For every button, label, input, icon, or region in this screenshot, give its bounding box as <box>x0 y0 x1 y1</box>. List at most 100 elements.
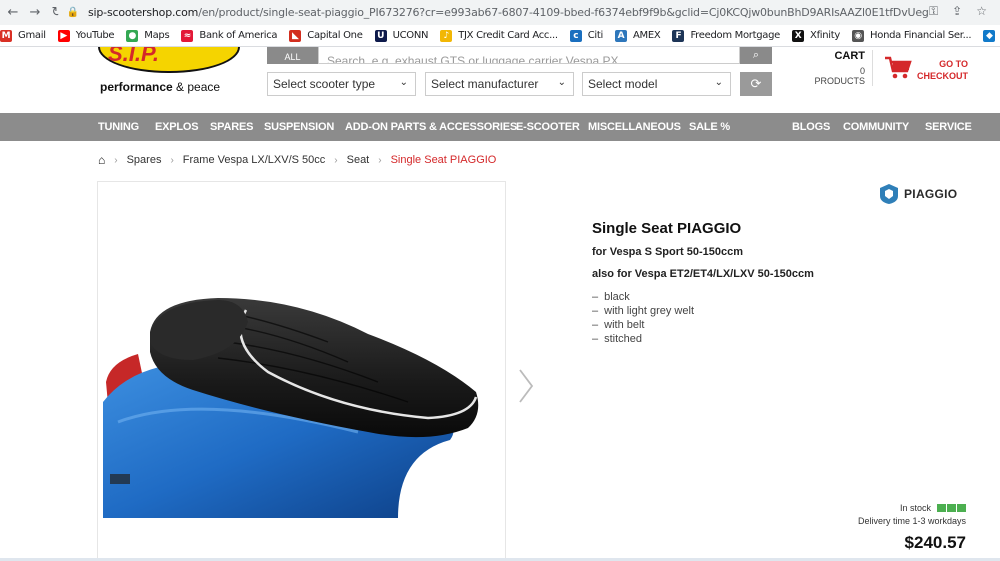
nav-spares[interactable]: SPARES <box>210 113 253 141</box>
product-image-gallery[interactable] <box>97 181 506 561</box>
breadcrumb-current: Single Seat PIAGGIO <box>390 154 497 166</box>
honda-icon: ◉ <box>852 29 865 42</box>
bookmark-xfinity[interactable]: X Xfinity <box>792 29 841 42</box>
bookmark-citi[interactable]: c Citi <box>569 29 604 42</box>
bookmark-tjx-credit-card-acc[interactable]: ♪ TJX Credit Card Acc... <box>440 29 558 42</box>
forward-icon[interactable]: → <box>24 2 46 24</box>
amex-icon: A <box>615 29 627 42</box>
feature-item: stitched <box>592 332 694 346</box>
chase-icon: ◆ <box>983 29 996 42</box>
divider <box>872 50 873 86</box>
share-icon[interactable]: ⇪ <box>952 4 962 19</box>
bookmarks-bar: M Gmail ▶ YouTube ● Maps ≈ Bank of America ◣ Capi… <box>0 25 1000 47</box>
search-scope-dropdown[interactable]: ALL <box>267 47 318 64</box>
nav-sale[interactable]: SALE % <box>689 113 730 141</box>
product-features: black with light grey welt with belt sti… <box>592 290 694 346</box>
capital-one-icon: ◣ <box>289 29 302 42</box>
brand-logo[interactable]: PIAGGIO <box>878 183 957 205</box>
xfinity-icon: X <box>792 29 805 42</box>
refresh-icon: ⟳ <box>750 76 762 92</box>
search-icon: ⌕ <box>752 49 760 61</box>
feature-item: black <box>592 290 694 304</box>
breadcrumb: ⌂ › Spares › Frame Vespa LX/LXV/S 50cc ›… <box>98 153 496 167</box>
product-fitment-secondary: also for Vespa ET2/ET4/LX/LXV 50-150ccm <box>592 268 814 280</box>
bookmark-label: Citi <box>587 30 604 41</box>
bookmark-bank-of-america[interactable]: ≈ Bank of America <box>181 29 278 42</box>
feature-item: with light grey welt <box>592 304 694 318</box>
key-icon[interactable]: ⚿ <box>929 4 938 19</box>
lock-icon[interactable]: 🔒 <box>66 6 80 20</box>
product-image-seat[interactable] <box>98 182 506 561</box>
model-select[interactable]: Select model ⌄ <box>582 72 731 96</box>
search-button[interactable]: ⌕ <box>740 47 772 64</box>
chevron-right-icon[interactable] <box>516 366 536 406</box>
bookmark-amex[interactable]: A AMEX <box>615 29 661 42</box>
bookmark-label: UCONN <box>392 30 429 41</box>
nav-tuning[interactable]: TUNING <box>98 113 139 141</box>
stock-level-indicator <box>937 504 966 512</box>
bookmark-label: Freedom Mortgage <box>690 30 781 41</box>
nav-add-on-parts[interactable]: ADD-ON PARTS & ACCESSORIES <box>345 113 517 141</box>
bookmark-star-icon[interactable]: ☆ <box>976 4 987 19</box>
nav-service[interactable]: SERVICE <box>925 113 972 141</box>
nav-blogs[interactable]: BLOGS <box>792 113 830 141</box>
breadcrumb-spares[interactable]: Spares <box>127 154 162 166</box>
delivery-time: Delivery time 1-3 workdays <box>857 516 966 526</box>
browser-toolbar: ← → ↻ 🔒 sip-scootershop.com/en/product/s… <box>0 0 1000 25</box>
breadcrumb-seat[interactable]: Seat <box>347 154 370 166</box>
freedom-mortgage-icon: F <box>672 29 685 42</box>
main-navigation: TUNING EXPLOS SPARES SUSPENSION ADD-ON P… <box>0 113 1000 141</box>
bookmark-label: Maps <box>144 30 170 41</box>
youtube-icon: ▶ <box>57 29 70 42</box>
tjx-icon: ♪ <box>440 29 453 42</box>
search-input[interactable]: Search, e.g. exhaust GTS or luggage carr… <box>318 47 740 64</box>
chevron-right-icon: › <box>114 154 118 166</box>
home-icon[interactable]: ⌂ <box>98 153 105 167</box>
nav-e-scooter[interactable]: E-SCOOTER <box>516 113 580 141</box>
nav-explos[interactable]: EXPLOS <box>155 113 199 141</box>
manufacturer-select[interactable]: Select manufacturer ⌄ <box>425 72 574 96</box>
shopping-cart-icon[interactable] <box>884 56 912 80</box>
sip-logo[interactable]: S.I.P. performance & peace <box>98 47 248 97</box>
chevron-right-icon: › <box>334 154 338 166</box>
bookmark-gmail[interactable]: M Gmail <box>0 29 46 42</box>
search-bar: ALL Search, e.g. exhaust GTS or luggage … <box>267 47 772 64</box>
bookmark-label: TJX Credit Card Acc... <box>458 30 558 41</box>
chevron-right-icon: › <box>170 154 174 166</box>
logo-tagline: performance & peace <box>100 80 221 94</box>
nav-community[interactable]: COMMUNITY <box>843 113 909 141</box>
bookmark-label: Bank of America <box>199 30 278 41</box>
uconn-icon: U <box>374 29 387 42</box>
bookmark-maps[interactable]: ● Maps <box>126 29 170 42</box>
cart-summary[interactable]: CART 0 PRODUCTS <box>810 50 865 86</box>
bookmark-freedom-mortgage[interactable]: F Freedom Mortgage <box>672 29 781 42</box>
chevron-down-icon: ⌄ <box>714 77 723 88</box>
product-title: Single Seat PIAGGIO <box>592 220 742 237</box>
bank-of-america-icon: ≈ <box>181 29 194 42</box>
feature-item: with belt <box>592 318 694 332</box>
url-text[interactable]: sip-scootershop.com/en/product/single-se… <box>88 6 928 19</box>
logo-badge: S.I.P. <box>98 47 240 73</box>
bookmark-capital-one[interactable]: ◣ Capital One <box>289 29 363 42</box>
bookmark-chase[interactable]: ◆Chase <box>983 29 1000 42</box>
back-icon[interactable]: ← <box>2 2 24 24</box>
bookmark-label: Xfinity <box>810 30 841 41</box>
nav-miscellaneous[interactable]: MISCELLANEOUS <box>588 113 681 141</box>
maps-icon: ● <box>126 29 139 42</box>
nav-suspension[interactable]: SUSPENSION <box>264 113 334 141</box>
bookmark-uconn[interactable]: U UCONN <box>374 29 429 42</box>
address-bar[interactable]: 🔒 sip-scootershop.com/en/product/single-… <box>58 2 993 23</box>
breadcrumb-frame[interactable]: Frame Vespa LX/LXV/S 50cc <box>183 154 325 166</box>
reset-filter-button[interactable]: ⟳ <box>740 72 772 96</box>
bookmark-youtube[interactable]: ▶ YouTube <box>57 29 115 42</box>
scooter-type-select[interactable]: Select scooter type ⌄ <box>267 72 416 96</box>
bookmark-honda-financial-ser[interactable]: ◉ Honda Financial Ser... <box>852 29 972 42</box>
stock-status: In stock <box>880 503 966 513</box>
piaggio-shield-icon <box>880 184 898 204</box>
gmail-icon: M <box>0 29 12 42</box>
product-fitment-primary: for Vespa S Sport 50-150ccm <box>592 246 744 258</box>
bookmark-label: Gmail <box>18 30 46 41</box>
bookmark-label: YouTube <box>75 30 115 41</box>
bookmark-label: Honda Financial Ser... <box>870 30 972 41</box>
checkout-link[interactable]: GO TO CHECKOUT <box>916 58 968 82</box>
